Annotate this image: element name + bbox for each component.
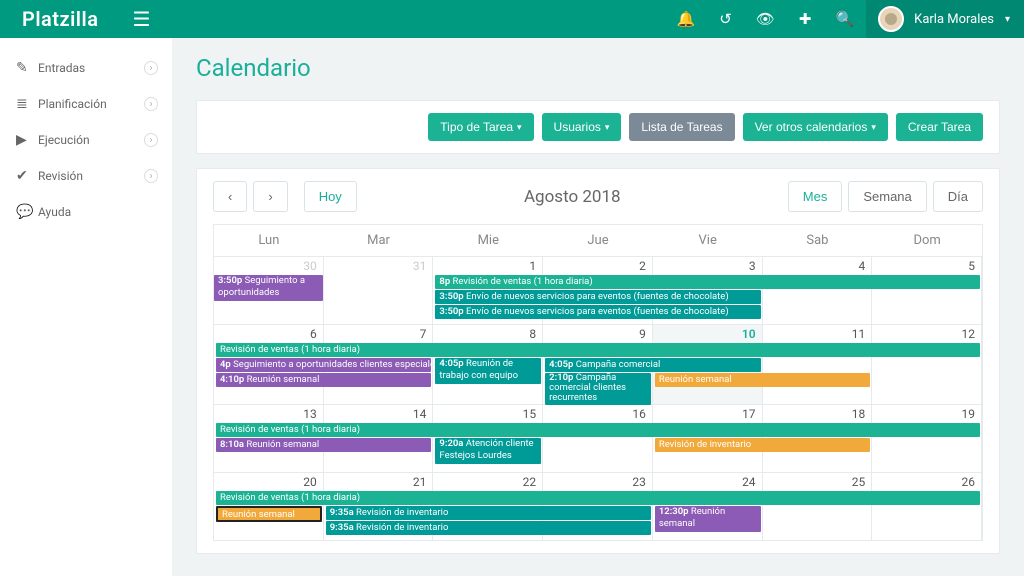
play-icon: ▶ [16,132,38,148]
dayheader: Vie [653,224,763,256]
event-span[interactable]: 9:35a Revisión de inventario [326,506,651,520]
sidebar-item-label: Entradas [38,61,85,75]
event-span[interactable]: Revisión de ventas (1 hora diaria) [216,423,980,437]
dayheader: Dom [872,224,982,256]
calendar-grid: Lun Mar Mie Jue Vie Sab Dom 30 3:50p Seg… [213,224,983,541]
event-span[interactable]: 9:20a Atención cliente Festejos Lourdes [435,438,541,464]
event-span[interactable]: Revisión de ventas (1 hora diaria) [216,491,980,505]
day-cell[interactable]: 30 3:50p Seguimiento a oportunidades [214,257,324,324]
day-cell[interactable]: 25 [763,473,873,540]
chevron-down-icon: ▾ [1005,14,1010,25]
event-span[interactable]: Reunión semanal [216,506,322,522]
chevron-right-icon: › [144,133,158,147]
sidebar-item-planificacion[interactable]: ≣ Planificación › [0,86,172,122]
day-cell[interactable]: 11 [763,325,873,404]
event-span[interactable]: 9:35a Revisión de inventario [326,521,651,535]
sidebar-item-label: Revisión [38,169,83,183]
day-headers: Lun Mar Mie Jue Vie Sab Dom [214,224,982,256]
topbar: Platzilla ☰ 🔔 ↺ 👁 ✚ 🔍 Karla Morales ▾ [0,0,1024,38]
day-cell[interactable]: 16 [543,405,653,472]
user-name: Karla Morales [914,12,994,27]
view-month-button[interactable]: Mes [788,181,843,212]
week-row: 30 3:50p Seguimiento a oportunidades 31 … [214,256,982,324]
event-span[interactable]: 4:10p Reunión semanal [216,373,431,387]
caret-down-icon: ▾ [605,122,610,133]
history-icon[interactable]: ↺ [719,10,732,28]
calendar-panel: ‹ › Hoy Agosto 2018 Mes Semana Día Lun M… [196,168,1000,554]
week-row: 6 7 8 9 10 11 12 Revisión de ventas (1 h… [214,324,982,404]
event-span[interactable]: 8:10a Reunión semanal [216,438,431,452]
event-span[interactable]: 4:05p Campaña comercial [545,358,760,372]
day-cell[interactable]: 19 [872,405,982,472]
search-icon[interactable]: 🔍 [835,10,854,28]
day-cell[interactable]: 31 [324,257,434,324]
week-row: 13 14 15 16 17 18 19 Revisión de ventas … [214,404,982,472]
edit-icon: ✎ [16,60,38,76]
day-cell[interactable]: 5 [872,257,982,324]
event-span[interactable]: 3:50p Envío de nuevos servicios para eve… [435,305,760,319]
calendar-title: Agosto 2018 [357,187,788,207]
toolbar-panel: Tipo de Tarea▾ Usuarios▾ Lista de Tareas… [196,100,1000,154]
event-span[interactable]: Revisión de ventas (1 hora diaria) [216,343,980,357]
check-icon: ✔ [16,168,38,184]
event-span[interactable]: Revisión de inventario [655,438,870,452]
view-day-button[interactable]: Día [933,181,983,212]
bell-icon[interactable]: 🔔 [677,10,696,28]
chevron-right-icon: › [144,169,158,183]
dayheader: Mar [324,224,434,256]
dayheader: Lun [214,224,324,256]
dayheader: Jue [543,224,653,256]
next-button[interactable]: › [253,181,287,212]
sidebar-item-label: Ayuda [38,205,71,219]
event-span[interactable]: 2:10p Campaña comercial clientes recurre… [545,373,651,405]
sidebar-item-ayuda[interactable]: 💬 Ayuda [0,194,172,230]
event-span[interactable]: 3:50p Envío de nuevos servicios para eve… [435,290,760,304]
today-button[interactable]: Hoy [304,181,357,212]
topbar-actions: 🔔 ↺ 👁 ✚ 🔍 [677,10,867,28]
eye-icon[interactable]: 👁 [756,10,775,28]
dayheader: Mie [433,224,543,256]
event-span[interactable]: 4:05p Reunión de trabajo con equipo [435,358,541,384]
menu-toggle-icon[interactable]: ☰ [120,7,162,31]
event-span[interactable]: 12:30p Reunión semanal [655,506,761,532]
sidebar-item-entradas[interactable]: ✎ Entradas › [0,50,172,86]
sidebar-item-ejecucion[interactable]: ▶ Ejecución › [0,122,172,158]
list-icon: ≣ [16,96,38,112]
dayheader: Sab [763,224,873,256]
sidebar-item-label: Ejecución [38,133,90,147]
usuarios-button[interactable]: Usuarios▾ [542,113,622,141]
lista-tareas-button[interactable]: Lista de Tareas [629,113,734,141]
chat-icon: 💬 [16,204,38,220]
day-cell[interactable]: 4 [763,257,873,324]
sidebar-item-revision[interactable]: ✔ Revisión › [0,158,172,194]
avatar [878,6,904,32]
chevron-right-icon: › [144,97,158,111]
crear-tarea-button[interactable]: Crear Tarea [896,113,983,141]
week-row: 20 21 22 23 24 25 26 Revisión de ventas … [214,472,982,540]
event-span[interactable]: 4p Seguimiento a oportunidades clientes … [216,358,431,372]
tipo-tarea-button[interactable]: Tipo de Tarea▾ [428,113,533,141]
page-title: Calendario [196,54,1000,82]
event-span[interactable]: 8p Revisión de ventas (1 hora diaria) [435,275,980,289]
day-cell[interactable]: 26 [872,473,982,540]
prev-button[interactable]: ‹ [213,181,247,212]
sidebar-item-label: Planificación [38,97,107,111]
chevron-right-icon: › [144,61,158,75]
otros-calendarios-button[interactable]: Ver otros calendarios▾ [743,113,888,141]
event[interactable]: 3:50p Seguimiento a oportunidades [214,275,323,301]
sidebar: ✎ Entradas › ≣ Planificación › ▶ Ejecuci… [0,38,172,576]
brand-logo: Platzilla [0,7,120,31]
view-week-button[interactable]: Semana [848,181,926,212]
main-content: Calendario Tipo de Tarea▾ Usuarios▾ List… [172,38,1024,576]
caret-down-icon: ▾ [871,122,876,133]
plus-icon[interactable]: ✚ [799,10,812,28]
caret-down-icon: ▾ [517,122,522,133]
calendar-header: ‹ › Hoy Agosto 2018 Mes Semana Día [213,181,983,212]
event-span[interactable]: Reunión semanal [655,373,870,387]
user-menu[interactable]: Karla Morales ▾ [866,0,1024,38]
day-cell[interactable]: 12 [872,325,982,404]
